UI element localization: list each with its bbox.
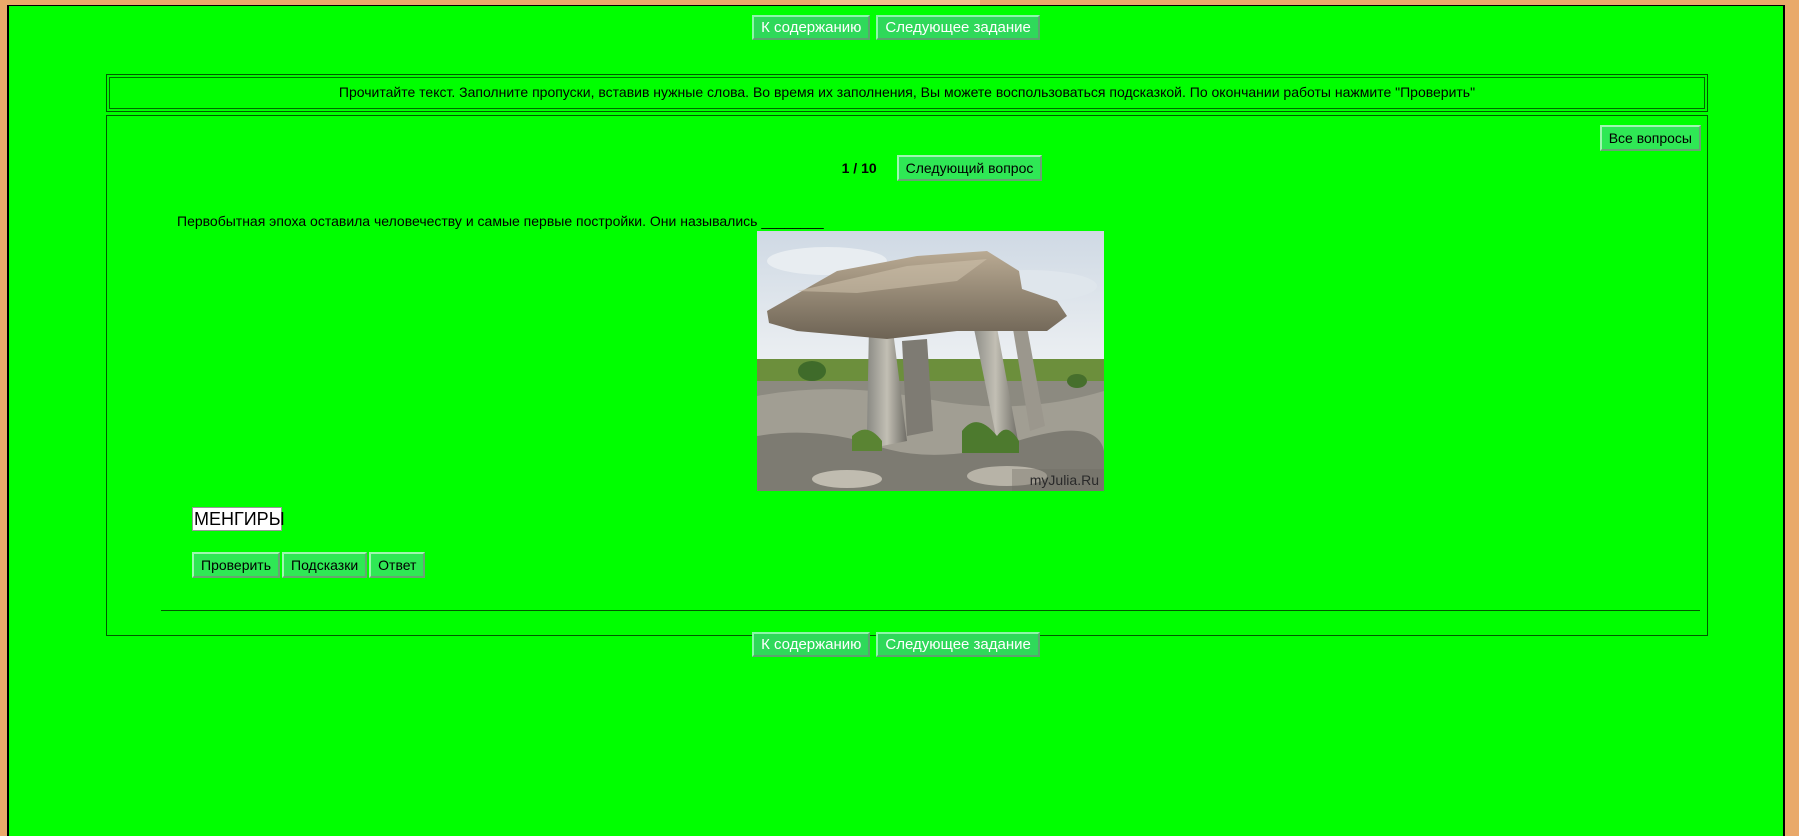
check-button[interactable]: Проверить bbox=[192, 552, 281, 578]
dolmen-photo: myJulia.Ru bbox=[757, 231, 1104, 491]
top-navigation: К содержанию Следующее задание bbox=[9, 15, 1783, 40]
answer-button[interactable]: Ответ bbox=[369, 552, 426, 578]
action-buttons: Проверить Подсказки Ответ bbox=[192, 552, 427, 578]
task-box: Все вопросы 1 / 10 Следующий вопрос Перво… bbox=[106, 115, 1708, 636]
next-question-button[interactable]: Следующий вопрос bbox=[896, 155, 1043, 181]
page: К содержанию Следующее задание Прочитайте… bbox=[7, 5, 1785, 836]
question-text: Первобытная эпоха оставила человечеству … bbox=[177, 213, 824, 229]
divider bbox=[161, 610, 1700, 611]
question-navigation: 1 / 10 Следующий вопрос bbox=[107, 155, 1707, 181]
page-frame: К содержанию Следующее задание Прочитайте… bbox=[0, 0, 1799, 836]
hints-button[interactable]: Подсказки bbox=[282, 552, 368, 578]
contents-button-bottom[interactable]: К содержанию bbox=[752, 632, 871, 657]
task-instructions: Прочитайте текст. Заполните пропуски, вс… bbox=[106, 74, 1708, 112]
next-task-button-top[interactable]: Следующее задание bbox=[876, 15, 1040, 40]
answer-input[interactable]: МЕНГИРЫ bbox=[192, 507, 285, 531]
image-watermark: myJulia.Ru bbox=[1030, 472, 1099, 488]
next-task-button-bottom[interactable]: Следующее задание bbox=[876, 632, 1040, 657]
bottom-navigation: К содержанию Следующее задание bbox=[9, 632, 1783, 657]
question-counter: 1 / 10 bbox=[841, 160, 877, 176]
contents-button-top[interactable]: К содержанию bbox=[752, 15, 871, 40]
all-questions-button[interactable]: Все вопросы bbox=[1599, 125, 1701, 151]
dolmen-image: myJulia.Ru bbox=[757, 231, 1104, 491]
